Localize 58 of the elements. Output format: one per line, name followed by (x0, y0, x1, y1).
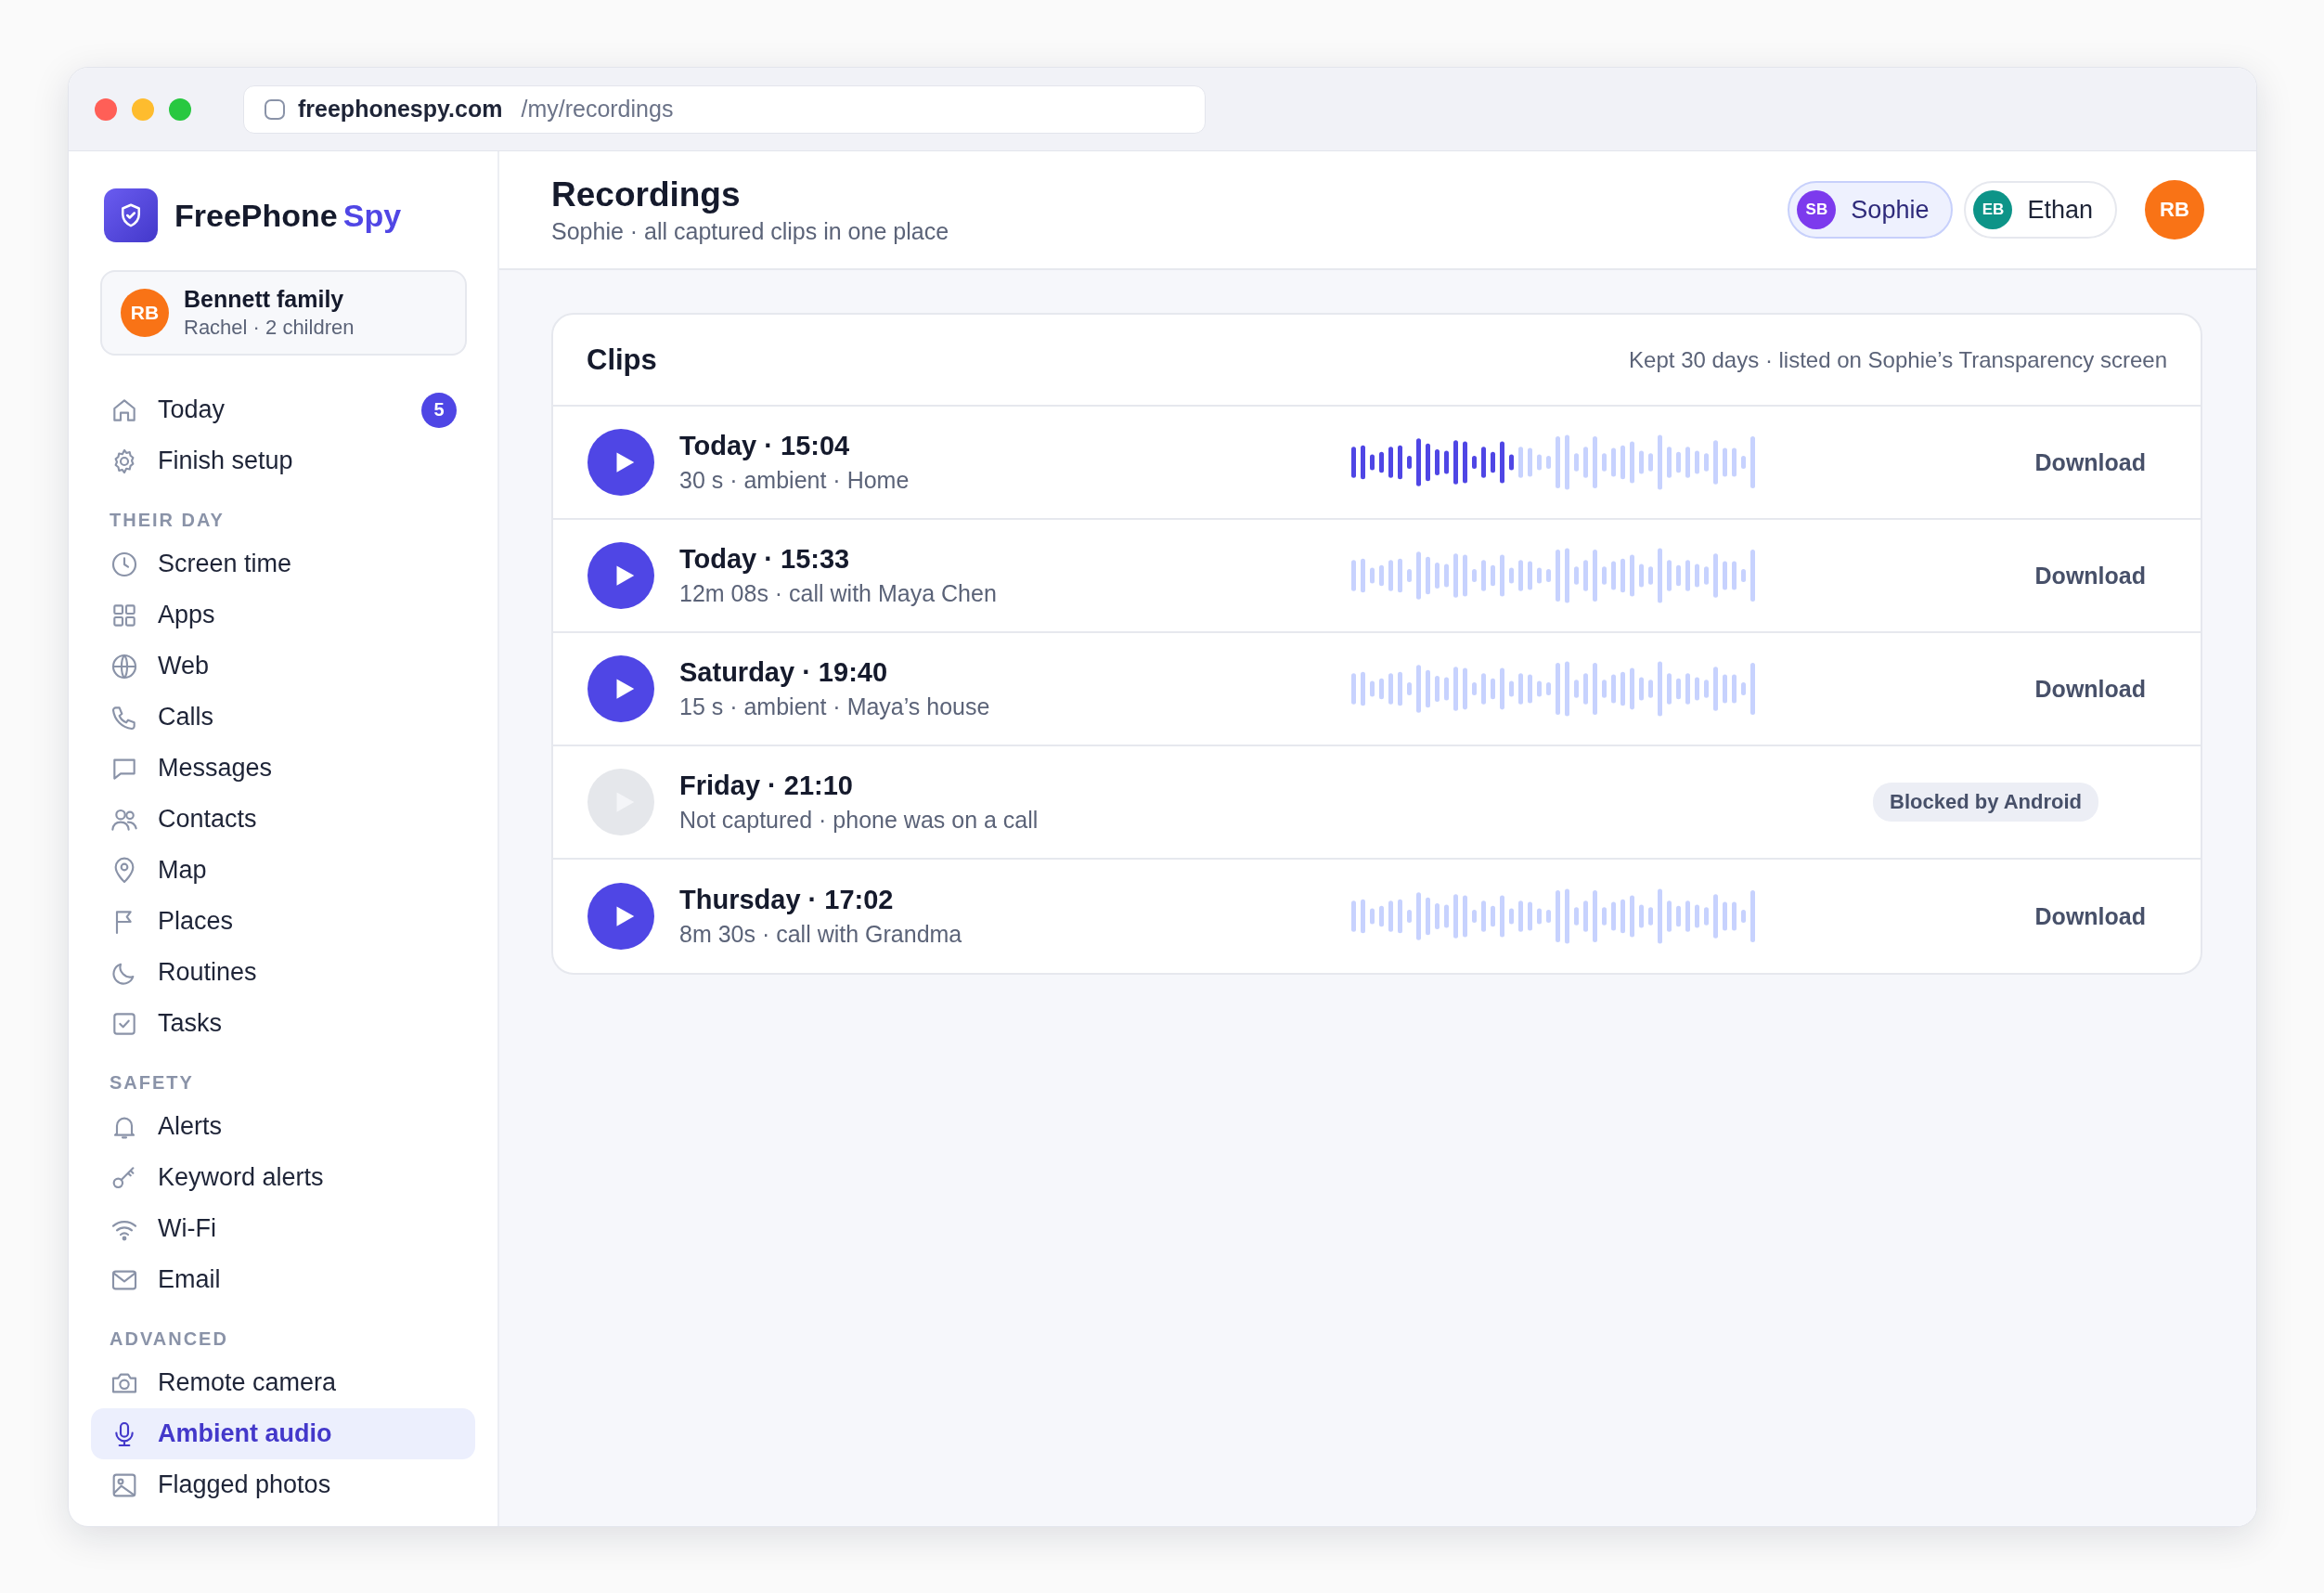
sidebar-item[interactable]: Finish setup (91, 435, 475, 486)
site-icon (265, 98, 285, 120)
sidebar-item[interactable]: Apps (91, 589, 475, 641)
child-avatar: SB (1797, 190, 1837, 229)
sidebar-item[interactable]: Web (91, 641, 475, 692)
child-chip[interactable]: SB Sophie (1788, 181, 1954, 239)
card-title: Clips (587, 343, 657, 377)
sidebar-item[interactable]: Alerts (91, 1101, 475, 1152)
clip-detail: Not captured · phone was on a call (679, 807, 1039, 834)
download-button[interactable]: Download (2034, 448, 2146, 476)
close-dot[interactable] (95, 97, 117, 121)
account-detail: Rachel · 2 children (184, 316, 355, 340)
sidebar-item[interactable]: Routines (91, 947, 475, 998)
sidebar-item[interactable]: Flagged photos (91, 1459, 475, 1510)
child-avatar: EB (1973, 190, 2013, 229)
minimize-dot[interactable] (132, 97, 154, 121)
clip-title: Saturday · 19:40 (679, 657, 889, 688)
clip-title: Friday · 21:10 (679, 771, 854, 801)
clip-title: Today · 15:04 (679, 431, 851, 461)
section-heading: SAFETY (109, 1071, 195, 1094)
clip-detail: 30 s · ambient · Home (679, 467, 910, 494)
sidebar-item[interactable]: Contacts (91, 794, 475, 845)
clip-title: Today · 15:33 (679, 544, 851, 575)
address-bar[interactable]: freephonespy.com /my/recordings (243, 84, 1206, 134)
sidebar-item[interactable]: Remote camera (91, 1357, 475, 1408)
download-button[interactable]: Download (2034, 902, 2146, 930)
download-button[interactable]: Download (2034, 675, 2146, 703)
child-chip[interactable]: EB Ethan (1964, 181, 2117, 239)
shield-logo-icon (104, 188, 158, 242)
sidebar-item[interactable]: Email (91, 1254, 475, 1305)
count-badge: 5 (421, 392, 457, 428)
sidebar-item[interactable]: Screen time (91, 538, 475, 589)
sidebar-item[interactable]: Keyword alerts (91, 1152, 475, 1203)
sidebar-item[interactable]: Map (91, 845, 475, 896)
status-badge: Blocked by Android (1873, 783, 2098, 822)
sidebar-item[interactable]: Today 5 (91, 384, 475, 435)
sidebar-item[interactable]: Messages (91, 743, 475, 794)
sidebar-item[interactable]: Calls (91, 692, 475, 743)
retention-note: Kept 30 days · listed on Sophie’s Transparency screen (1629, 346, 2167, 373)
page-title: Recordings (551, 175, 742, 214)
clip-detail: 8m 30s · call with Grandma (679, 921, 963, 948)
account-card[interactable]: RB Bennett family Rachel · 2 children (100, 270, 467, 356)
clip-title: Thursday · 17:02 (679, 885, 895, 915)
brand-accent: Spy (342, 197, 402, 233)
section-heading: ADVANCED (109, 1328, 229, 1351)
maximize-dot[interactable] (169, 97, 191, 121)
clip-detail: 15 s · ambient · Maya’s house (679, 693, 991, 720)
avatar: RB (121, 289, 169, 337)
sidebar-item[interactable]: Tasks (91, 998, 475, 1049)
sidebar-item[interactable]: Places (91, 896, 475, 947)
section-heading: THEIR DAY (109, 509, 226, 532)
sidebar-item[interactable]: Ambient audio (91, 1408, 475, 1459)
account-name: Bennett family (184, 286, 345, 313)
clip-detail: 12m 08s · call with Maya Chen (679, 580, 998, 607)
page-subtitle: Sophie · all captured clips in one place (551, 217, 950, 245)
download-button[interactable]: Download (2034, 562, 2146, 589)
sidebar-item[interactable]: Wi-Fi (91, 1203, 475, 1254)
brand-name: FreePhone (174, 197, 338, 233)
